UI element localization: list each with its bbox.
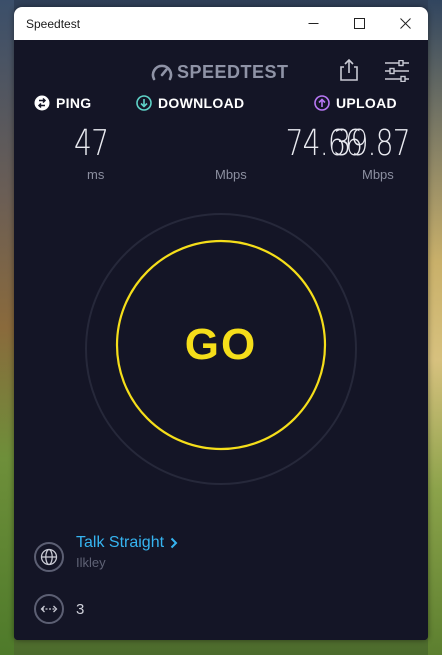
chevron-right-icon xyxy=(170,537,178,549)
upload-metric: UPLOAD 39.87 Mbps xyxy=(314,95,411,182)
app-window: Speedtest SPEEDTEST PING 47 ms DOWNLOAD … xyxy=(14,7,428,640)
minimize-button[interactable] xyxy=(290,7,336,40)
desktop-wallpaper-left xyxy=(0,0,14,655)
settings-button[interactable] xyxy=(384,59,410,83)
upload-arrow-icon xyxy=(314,95,330,111)
ping-unit: ms xyxy=(87,167,105,182)
ping-label: PING xyxy=(56,95,92,111)
upload-unit: Mbps xyxy=(362,167,394,182)
speedometer-icon xyxy=(151,64,173,80)
ping-header: PING xyxy=(34,95,91,111)
share-button[interactable] xyxy=(338,58,360,82)
download-metric: DOWNLOAD 74.66 Mbps xyxy=(136,95,363,182)
globe-icon xyxy=(34,542,64,572)
connections-count: 3 xyxy=(76,600,85,618)
server-name-link[interactable]: Talk Straight xyxy=(76,534,178,552)
upload-header: UPLOAD xyxy=(314,95,397,111)
minimize-icon xyxy=(308,23,318,24)
server-location: Ilkley xyxy=(76,555,106,570)
go-button[interactable]: GO xyxy=(114,238,328,452)
server-name: Talk Straight xyxy=(76,534,165,551)
ping-value: 47 xyxy=(74,123,109,164)
speedtest-app: SPEEDTEST PING 47 ms DOWNLOAD 74.66 Mbps… xyxy=(14,40,428,640)
connections-selector[interactable]: 3 xyxy=(34,594,84,624)
desktop-wallpaper-right xyxy=(428,0,442,655)
upload-label: UPLOAD xyxy=(336,95,397,111)
maximize-button[interactable] xyxy=(336,7,382,40)
share-icon xyxy=(340,58,358,81)
window-title: Speedtest xyxy=(26,16,81,31)
download-label: DOWNLOAD xyxy=(158,95,245,111)
go-label: GO xyxy=(184,320,258,369)
close-icon xyxy=(399,18,411,29)
close-button[interactable] xyxy=(382,7,428,40)
ping-icon xyxy=(34,95,50,111)
maximize-icon xyxy=(353,18,365,29)
server-info: Talk Straight Ilkley xyxy=(76,534,178,570)
download-arrow-icon xyxy=(136,95,152,111)
connections-icon xyxy=(34,594,64,624)
upload-value: 39.87 xyxy=(333,123,410,164)
server-selector[interactable]: Talk Straight Ilkley xyxy=(34,534,178,572)
download-header: DOWNLOAD xyxy=(136,95,244,111)
download-unit: Mbps xyxy=(215,167,247,182)
logo-text: SPEEDTEST xyxy=(177,62,289,82)
sliders-icon xyxy=(385,59,409,83)
speedtest-logo: SPEEDTEST xyxy=(151,62,289,83)
title-bar[interactable]: Speedtest xyxy=(14,7,428,40)
ping-metric: PING 47 ms xyxy=(34,95,109,182)
